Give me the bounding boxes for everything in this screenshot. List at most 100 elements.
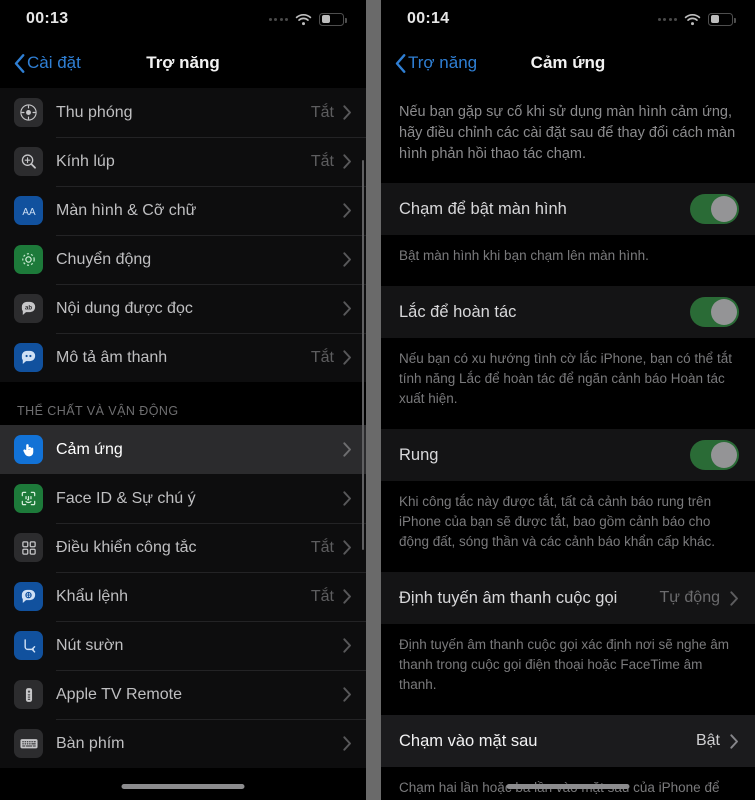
sidebar-item-label: Apple TV Remote [56,685,182,703]
intro-description: Nếu bạn gặp sự cố khi sử dụng màn hình c… [381,88,755,183]
shake-to-undo-toggle[interactable] [690,297,739,327]
zoom-icon [14,98,43,127]
accessibility-settings-list: Thu phóng Tắt Kính lúp Tắt AA Màn hình &… [0,88,366,768]
sidebar-item-kinh-lup[interactable]: Kính lúp Tắt [0,137,366,186]
sidebar-item-label: Mô tả âm thanh [56,348,168,366]
row-trailing: Tự động [659,589,739,607]
setting-value: Bật [695,732,720,749]
setting-row-vibration[interactable]: Rung [381,429,755,481]
chevron-right-icon [343,154,352,169]
chevron-right-icon [343,252,352,267]
chevron-right-icon [343,105,352,120]
audio-description-icon [14,343,43,372]
chevron-right-icon [343,540,352,555]
panel-divider [366,0,381,800]
signal-dots-icon [268,17,288,21]
home-indicator [506,784,630,789]
battery-icon [708,12,736,26]
sidebar-item-label: Kính lúp [56,152,115,170]
spoken-content-icon: ab [14,294,43,323]
magnifier-icon [14,147,43,176]
setting-label: Rung [399,445,439,464]
back-button-settings[interactable]: Cài đặt [14,53,81,73]
sidebar-item-face-id[interactable]: Face ID & Sự chú ý [0,474,366,523]
setting-footer: Nếu bạn có xu hướng tình cờ lắc iPhone, … [381,338,755,429]
row-trailing: Tắt [311,539,366,557]
chevron-right-icon [343,301,352,316]
sidebar-item-chuyen-dong[interactable]: Chuyển động [0,235,366,284]
vibration-toggle[interactable] [690,440,739,470]
sidebar-item-label: Chuyển động [56,250,152,268]
setting-label: Lắc để hoàn tác [399,302,517,321]
sidebar-item-khau-lenh[interactable]: Khẩu lệnh Tắt [0,572,366,621]
motion-icon [14,245,43,274]
row-trailing: Tắt [311,349,366,367]
side-button-icon [14,631,43,660]
chevron-right-icon [343,687,352,702]
setting-row-call-audio-routing[interactable]: Định tuyến âm thanh cuộc gọi Tự động [381,572,755,624]
sidebar-item-nut-suon[interactable]: Nút sườn [0,621,366,670]
sidebar-item-label: Khẩu lệnh [56,587,129,605]
row-value: Tắt [310,348,334,366]
face-id-icon [14,484,43,513]
sidebar-item-man-hinh-co-chu[interactable]: AA Màn hình & Cỡ chữ [0,186,366,235]
sidebar-item-thu-phong[interactable]: Thu phóng Tắt [0,88,366,137]
wifi-icon [295,13,312,26]
apple-tv-remote-icon [14,680,43,709]
sidebar-item-noi-dung-duoc-doc[interactable]: ab Nội dung được đọc [0,284,366,333]
chevron-right-icon [343,638,352,653]
setting-row-back-tap[interactable]: Chạm vào mặt sau Bật [381,715,755,767]
setting-footer: Khi công tắc này được tắt, tất cả cảnh b… [381,481,755,572]
back-button-accessibility[interactable]: Trợ năng [395,53,477,73]
row-value: Tắt [310,103,334,121]
chevron-right-icon [730,590,739,606]
sidebar-item-label: Nút sườn [56,636,124,654]
chevron-right-icon [343,491,352,506]
status-bar-time: 00:13 [26,10,69,27]
chevron-right-icon [343,203,352,218]
row-value: Tắt [310,538,334,556]
sidebar-item-mo-ta-am-thanh[interactable]: Mô tả âm thanh Tắt [0,333,366,382]
chevron-right-icon [343,736,352,751]
back-button-label: Trợ năng [408,53,478,72]
sidebar-item-ban-phim[interactable]: Bàn phím [0,719,366,768]
signal-dots-icon [657,17,677,21]
chevron-right-icon [343,350,352,365]
row-value: Tắt [310,152,334,170]
voice-control-icon [14,582,43,611]
keyboard-icon [14,729,43,758]
chevron-left-icon [395,53,406,73]
switch-control-icon [14,533,43,562]
sidebar-item-label: Bàn phím [56,734,125,752]
battery-icon [319,12,347,26]
sidebar-item-dieu-khien-cong-tac[interactable]: Điều khiển công tắc Tắt [0,523,366,572]
row-trailing [690,440,739,470]
setting-label: Định tuyến âm thanh cuộc gọi [399,588,618,607]
setting-footer: Bật màn hình khi bạn chạm lên màn hình. [381,235,755,286]
sidebar-item-cam-ung[interactable]: Cảm ứng [0,425,366,474]
setting-row-shake-to-undo[interactable]: Lắc để hoàn tác [381,286,755,338]
home-indicator [121,784,245,789]
touch-hand-icon [14,435,43,464]
status-bar-indicators [657,12,736,26]
setting-row-tap-to-wake[interactable]: Chạm để bật màn hình [381,183,755,235]
chevron-right-icon [343,589,352,604]
group-header-physical-motor: THỂ CHẤT VÀ VẬN ĐỘNG [0,382,366,425]
wifi-icon [684,13,701,26]
sidebar-item-apple-tv-remote[interactable]: Apple TV Remote [0,670,366,719]
sidebar-item-label: Face ID & Sự chú ý [56,489,196,507]
left-list-scrollbar[interactable] [361,160,364,550]
tap-to-wake-toggle[interactable] [690,194,739,224]
sidebar-item-label: Nội dung được đọc [56,299,193,317]
row-trailing [690,194,739,224]
row-trailing: Bật [696,732,739,750]
right-status-bar: 00:14 [381,0,755,38]
chevron-right-icon [730,733,739,749]
row-trailing [334,736,366,751]
row-trailing: Tắt [311,588,366,606]
row-trailing [334,638,366,653]
svg-text:AA: AA [22,207,36,218]
setting-value: Tự động [659,589,720,606]
setting-label: Chạm vào mặt sau [399,731,538,750]
left-nav-bar: Cài đặt Trợ năng [0,38,366,88]
